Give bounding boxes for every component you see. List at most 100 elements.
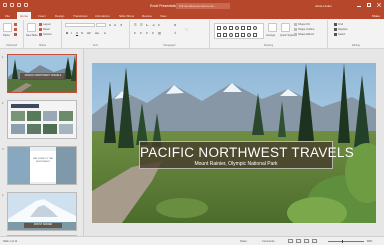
paragraph-group-label: Paragraph [163,44,176,47]
title-placeholder[interactable]: PACIFIC NORTHWEST TRAVELS Mount Rainier,… [139,141,354,169]
tab-slide-show[interactable]: Slide Show [119,14,134,18]
slide-sorter-icon[interactable] [296,239,301,244]
italic-icon[interactable]: I [71,31,72,35]
redo-icon[interactable] [17,3,21,7]
shape-effects-label: Shape Effects [298,33,315,37]
paste-label[interactable]: Paste [3,34,10,37]
quick-styles-icon[interactable] [281,23,290,32]
smartart-icon[interactable]: ⬚ [185,27,188,31]
clear-formatting-icon[interactable]: ✕ [120,23,123,27]
justify-icon[interactable]: ≡ [152,31,154,35]
change-case-icon[interactable]: Aa [95,31,99,35]
zoom-slider[interactable] [328,241,364,242]
tell-me-search-input[interactable]: Tell me what you want to do... [176,3,230,9]
format-painter-icon[interactable] [14,33,18,36]
thumb-title: MOUNT RAINIER [33,223,53,226]
layout-button[interactable]: Layout [39,23,51,26]
current-slide[interactable]: PACIFIC NORTHWEST TRAVELS Mount Rainier,… [92,63,376,223]
thumb-title: PACIFIC NORTHWEST TRAVELS [24,74,62,77]
font-color-icon[interactable]: A [104,31,106,35]
tab-file[interactable]: File [5,14,10,18]
share-button[interactable]: Share [372,14,380,18]
close-icon[interactable] [376,2,382,8]
copy-icon[interactable] [14,28,18,31]
align-center-icon[interactable]: ≡ [140,31,142,35]
strikethrough-icon[interactable]: S [81,31,83,35]
reset-button[interactable]: Reset [39,28,50,31]
shape-outline-button[interactable]: Shape Outline [294,28,314,31]
thumb-number: 2 [2,102,4,105]
align-left-icon[interactable]: ≡ [134,31,136,35]
quick-styles-button[interactable]: Quick Styles [280,34,294,37]
thumbnail-slide-4[interactable]: MOUNT RAINIER [7,192,77,231]
tab-insert[interactable]: Insert [38,14,46,18]
ribbon-tabs: File Home Insert Design Transitions Anim… [0,12,384,19]
slide-subtitle[interactable]: Mount Rainier, Olympic National Park [140,161,332,167]
slide-thumbnail-panel[interactable]: 1 PACIFIC NORTHWEST TRAVELS 2 3 WELCOME … [0,49,84,236]
numbering-icon[interactable]: ☰ [140,23,143,27]
paste-icon[interactable] [3,23,12,32]
shape-effects-button[interactable]: Shape Effects [294,33,314,36]
font-size-dropdown[interactable] [96,23,106,27]
font-group-label: Font [92,44,99,47]
character-spacing-icon[interactable]: AV [87,31,91,35]
shape-fill-button[interactable]: Shape Fill [294,23,310,26]
new-slide-icon[interactable] [27,23,36,32]
underline-icon[interactable]: U [76,31,78,35]
comments-button[interactable]: Comments [262,240,275,243]
bold-icon[interactable]: B [66,31,68,35]
find-button[interactable]: Find [334,23,343,26]
slide-editor[interactable]: PACIFIC NORTHWEST TRAVELS Mount Rainier,… [84,49,384,236]
replace-button[interactable]: Replace [334,28,348,31]
reading-view-icon[interactable] [304,239,309,244]
decrease-font-icon[interactable]: A [114,23,116,27]
zoom-slider-handle[interactable] [342,240,344,244]
normal-view-icon[interactable] [288,239,293,244]
replace-label: Replace [338,28,348,32]
ribbon: Paste Clipboard New Slide Layout Reset S… [0,19,384,49]
text-direction-icon[interactable]: ⇅ [174,23,177,27]
minimize-icon[interactable] [357,3,361,7]
undo-icon[interactable] [10,3,14,7]
status-bar: Slide 1 of 11 Notes Comments 89% [0,236,384,245]
new-slide-button[interactable]: New Slide [26,34,38,37]
bullets-icon[interactable]: ☰ [134,23,137,27]
cut-icon[interactable] [14,23,18,26]
columns-icon[interactable]: ▥ [158,31,161,35]
tab-transitions[interactable]: Transitions [73,14,88,18]
select-button[interactable]: Select [334,33,345,36]
tab-view[interactable]: View [160,14,166,18]
thumb-number: 4 [2,194,4,197]
thumbnail-slide-2[interactable] [7,100,77,139]
find-label: Find [338,23,344,27]
section-button[interactable]: Section [39,33,52,36]
notes-button[interactable]: Notes [240,240,247,243]
align-text-icon[interactable]: ⇳ [174,31,177,35]
slideshow-view-icon[interactable] [312,239,317,244]
save-icon[interactable] [3,3,7,7]
line-spacing-icon[interactable]: ≡ [158,23,160,27]
zoom-level[interactable]: 89% [367,240,372,243]
slide-count: Slide 1 of 11 [3,240,18,243]
clipboard-group: Paste Clipboard [0,20,24,48]
arrange-button[interactable]: Arrange [266,34,275,37]
font-name-dropdown[interactable] [65,23,95,27]
tab-home[interactable]: Home [17,12,32,19]
maximize-icon[interactable] [367,3,371,7]
slide-title[interactable]: PACIFIC NORTHWEST TRAVELS [140,145,354,160]
increase-font-icon[interactable]: A [109,23,111,27]
arrange-icon[interactable] [268,23,277,32]
tab-design[interactable]: Design [55,14,64,18]
tab-animations[interactable]: Animations [95,14,110,18]
align-right-icon[interactable]: ≡ [146,31,148,35]
decrease-indent-icon[interactable]: ⇤ [146,23,149,27]
shapes-gallery[interactable] [214,23,264,39]
reset-label: Reset [43,28,50,32]
tab-review[interactable]: Review [142,14,152,18]
start-slideshow-icon[interactable] [24,3,28,7]
title-bar: Excel Presentation - PowerPoint Tell me … [0,0,384,12]
user-name[interactable]: Jamie Linden [315,4,332,8]
thumbnail-slide-3[interactable]: WELCOME TO THE NORTHWEST [7,146,77,185]
increase-indent-icon[interactable]: ⇥ [152,23,155,27]
thumbnail-slide-1[interactable]: PACIFIC NORTHWEST TRAVELS [7,54,77,93]
